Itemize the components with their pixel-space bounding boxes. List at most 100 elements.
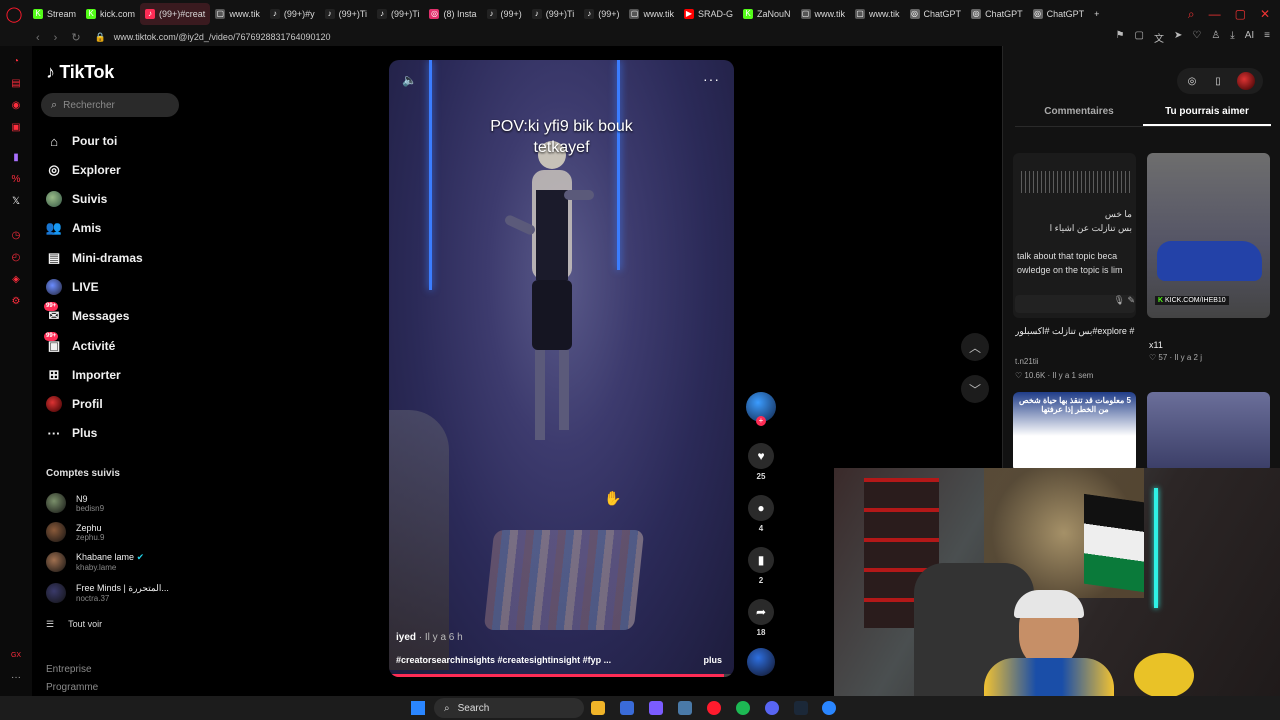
item1-user[interactable]: t.n21tii — [1015, 357, 1039, 366]
nav-back-forward-reload-icons[interactable]: ‹›↻ — [36, 31, 95, 44]
browser-tab-13[interactable]: K ZaNouN — [738, 3, 796, 25]
snapshot-icon[interactable]: ▢ — [1135, 30, 1144, 45]
follow-plus-icon[interactable]: + — [756, 416, 766, 426]
browser-tab-15[interactable]: ▢ www.tik — [850, 3, 905, 25]
see-all-link[interactable]: ☰ Tout voir — [46, 619, 102, 630]
browser-tab-8[interactable]: ♪ (99+) — [482, 3, 527, 25]
translate-icon[interactable]: 文 — [1154, 30, 1164, 45]
video-player[interactable]: POV:ki yfi9 bik bouk tetkayef 🔈 ··· iyed… — [389, 60, 734, 677]
search-tabs-icon[interactable]: ⌕ — [1188, 7, 1195, 22]
menu-icon[interactable]: ≡ — [1264, 30, 1270, 45]
tab-you-may-like[interactable]: Tu pourrais aimer — [1143, 106, 1271, 126]
steam-icon[interactable] — [794, 701, 808, 715]
sidebar-item-pour-toi[interactable]: ⌂ Pour toi — [46, 130, 117, 152]
tiktok-logo[interactable]: ♪ TikTok — [46, 62, 114, 83]
scroll-up-button[interactable]: ︿ — [961, 333, 989, 361]
discord-icon[interactable]: % — [10, 174, 22, 186]
sidebar-item-explorer[interactable]: ◎ Explorer — [46, 159, 120, 181]
ai-icon[interactable]: AI — [1245, 30, 1254, 45]
sidebar-item-mini-dramas[interactable]: ▤ Mini-dramas — [46, 247, 143, 269]
new-tab-button[interactable]: + — [1089, 3, 1104, 25]
x-icon[interactable]: 𝕏 — [10, 196, 22, 208]
creator-avatar[interactable]: + — [746, 392, 776, 426]
comment-action[interactable]: ● 4 — [748, 495, 774, 533]
settings-icon[interactable]: ⚙ — [10, 296, 22, 308]
bookmark-icon[interactable]: ▮ — [748, 547, 774, 573]
scroll-down-button[interactable]: ﹀ — [961, 375, 989, 403]
profile-icon[interactable]: ♙ — [1211, 30, 1220, 45]
browser-tab-11[interactable]: ▢ www.tik — [624, 3, 679, 25]
mute-icon[interactable]: 🔈 — [402, 73, 417, 87]
store-icon[interactable] — [620, 701, 634, 715]
sidebar-item-amis[interactable]: 👥 Amis — [46, 217, 101, 239]
followed-account[interactable]: Free Minds | المتحررة... noctra.37 — [46, 580, 169, 606]
twitch-icon[interactable]: ▮ — [10, 152, 22, 164]
gx-icon[interactable]: GX — [10, 650, 22, 662]
suggested-video-4[interactable] — [1147, 392, 1270, 472]
discord-icon[interactable] — [765, 701, 779, 715]
search-input[interactable]: ⌕ Rechercher — [41, 93, 179, 117]
browser-tab-4[interactable]: ♪ (99+)#y — [265, 3, 320, 25]
spotify-icon[interactable] — [736, 701, 750, 715]
browser-tab-18[interactable]: ◎ ChatGPT — [1028, 3, 1090, 25]
followed-account[interactable]: N9 bedisn9 — [46, 490, 104, 516]
browser-tab-12[interactable]: ▶ SRAD-G — [679, 3, 738, 25]
user-avatar[interactable] — [1237, 72, 1255, 90]
calculator-icon[interactable] — [678, 701, 692, 715]
heart-icon[interactable]: ♥ — [748, 443, 774, 469]
coins-icon[interactable]: ◎ — [1185, 74, 1199, 88]
sidebar-item-live[interactable]: LIVE — [46, 276, 99, 298]
opera-gx-icon[interactable] — [707, 701, 721, 715]
share-icon[interactable]: ➦ — [748, 599, 774, 625]
whatsapp-icon[interactable]: ▣ — [10, 122, 22, 134]
browser-tab-17[interactable]: ◎ ChatGPT — [966, 3, 1028, 25]
sidebar-more-icon[interactable]: ··· — [10, 672, 22, 684]
sidebar-item-activit-[interactable]: ▣ 99+ Activité — [44, 332, 115, 357]
opera-logo-icon[interactable]: ◯ — [0, 0, 28, 28]
music-icon[interactable]: ◔ — [10, 56, 22, 68]
history-icon[interactable]: ◷ — [10, 230, 22, 242]
browser-tab-2[interactable]: ♪ (99+)#creat — [140, 3, 211, 25]
browser-tab-14[interactable]: ▢ www.tik — [796, 3, 851, 25]
browser-tab-0[interactable]: K Stream — [28, 3, 81, 25]
suggested-video-1[interactable]: ما خس بس تنازلت عن اشياء ا talk about th… — [1013, 153, 1136, 318]
browser-tab-6[interactable]: ♪ (99+)Ti — [372, 3, 424, 25]
comment-icon[interactable]: ● — [748, 495, 774, 521]
send-icon[interactable]: ➤ — [1174, 30, 1182, 45]
browser-tab-3[interactable]: ▢ www.tik — [210, 3, 265, 25]
share-action[interactable]: ➦ 18 — [748, 599, 774, 637]
see-more-button[interactable]: plus — [703, 655, 722, 665]
footer-link-programme[interactable]: Programme — [46, 679, 98, 697]
extensions-icon[interactable]: ◈ — [10, 274, 22, 286]
bookmark-icon[interactable]: ⚑ — [1116, 30, 1125, 45]
browser-tab-9[interactable]: ♪ (99+)Ti — [527, 3, 579, 25]
close-window-icon[interactable]: ✕ — [1260, 7, 1270, 22]
video-author[interactable]: iyed · Il y a 6 h — [396, 632, 463, 643]
windows-start-icon[interactable] — [411, 701, 425, 715]
browser-tab-5[interactable]: ♪ (99+)Ti — [320, 3, 372, 25]
sidebar-item-profil[interactable]: Profil — [46, 393, 103, 415]
like-action[interactable]: ♥ 25 — [748, 443, 774, 481]
browser-tab-10[interactable]: ♪ (99+) — [579, 3, 624, 25]
clock-icon[interactable]: ◴ — [10, 252, 22, 264]
heart-icon[interactable]: ♡ — [1192, 30, 1201, 45]
sidebar-item-plus[interactable]: ··· Plus — [46, 422, 98, 444]
sidebar-item-suivis[interactable]: Suivis — [46, 188, 107, 210]
followed-account[interactable]: Khabane lame ✔ khaby.lame — [46, 549, 144, 575]
item2-title[interactable]: x11 — [1149, 340, 1163, 350]
footer-link-entreprise[interactable]: Entreprise — [46, 661, 98, 679]
video-hashtags[interactable]: #creatorsearchinsights #createsightinsig… — [396, 655, 626, 665]
maximize-icon[interactable]: ▢ — [1235, 7, 1246, 22]
tab-comments[interactable]: Commentaires — [1015, 106, 1143, 126]
video-more-icon[interactable]: ··· — [703, 71, 720, 87]
suggested-video-2[interactable]: K KICK.COM/IHEB10 — [1147, 153, 1270, 318]
url-text[interactable]: www.tiktok.com/@iy2d_/video/767692883176… — [114, 32, 331, 42]
save-action[interactable]: ▮ 2 — [748, 547, 774, 585]
sidebar-item-importer[interactable]: ⊞ Importer — [46, 364, 121, 386]
suggested-video-3[interactable]: 5 معلومات قد تنقذ بها حياة شخص من الخطر … — [1013, 392, 1136, 472]
taskbar-search[interactable]: ⌕ Search — [434, 698, 584, 718]
messenger-icon[interactable]: ◉ — [10, 100, 22, 112]
sidebar-item-messages[interactable]: ✉ 99+ Messages — [44, 302, 129, 327]
file-explorer-icon[interactable] — [591, 701, 605, 715]
followed-account[interactable]: Zephu zephu.9 — [46, 519, 104, 545]
